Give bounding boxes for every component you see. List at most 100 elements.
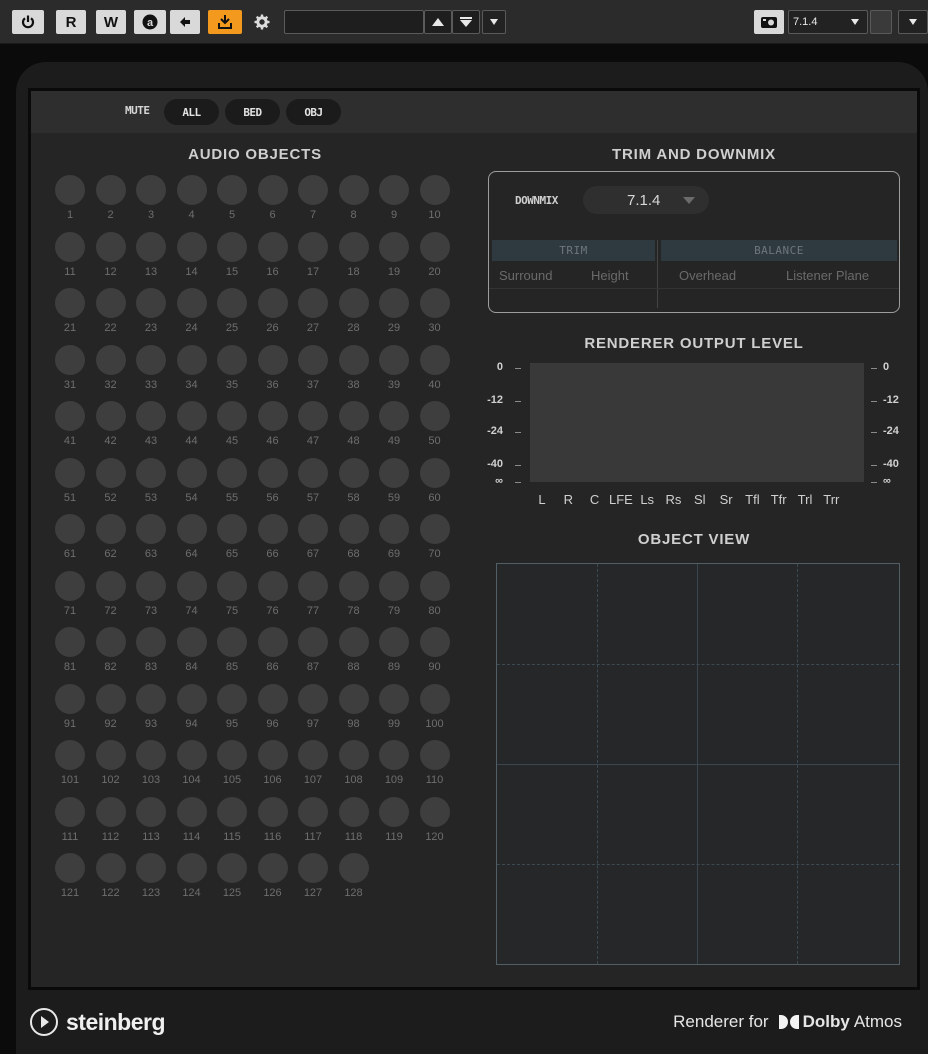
audio-object[interactable]: 24 bbox=[176, 288, 207, 348]
audio-object-indicator[interactable] bbox=[338, 401, 369, 431]
audio-object-indicator[interactable] bbox=[55, 175, 85, 205]
audio-object-indicator[interactable] bbox=[379, 288, 409, 318]
audio-object[interactable]: 30 bbox=[419, 288, 450, 348]
audio-object[interactable]: 127 bbox=[298, 853, 328, 913]
audio-object-indicator[interactable] bbox=[419, 683, 450, 714]
audio-object[interactable]: 125 bbox=[217, 853, 247, 913]
audio-object-indicator[interactable] bbox=[176, 457, 207, 488]
audio-object-indicator[interactable] bbox=[55, 740, 85, 770]
audio-object[interactable]: 90 bbox=[419, 627, 450, 687]
audio-object[interactable]: 76 bbox=[257, 570, 288, 631]
audio-object-indicator[interactable] bbox=[257, 627, 288, 657]
audio-object-indicator[interactable] bbox=[379, 175, 409, 205]
audio-object-indicator[interactable] bbox=[136, 570, 166, 601]
audio-object[interactable]: 92 bbox=[95, 683, 126, 744]
audio-object-indicator[interactable] bbox=[338, 231, 369, 262]
audio-object[interactable]: 111 bbox=[55, 796, 85, 857]
audio-object-indicator[interactable] bbox=[55, 627, 85, 657]
audio-object[interactable]: 72 bbox=[95, 570, 126, 631]
audio-object-indicator[interactable] bbox=[257, 175, 288, 205]
audio-object-indicator[interactable] bbox=[176, 401, 207, 431]
audio-object[interactable]: 91 bbox=[55, 683, 85, 744]
audio-object-indicator[interactable] bbox=[55, 514, 85, 544]
audio-object[interactable]: 45 bbox=[217, 401, 247, 461]
audio-object-indicator[interactable] bbox=[95, 514, 126, 544]
downmix-select[interactable]: 7.1.4 bbox=[583, 186, 709, 214]
audio-object[interactable]: 20 bbox=[419, 231, 450, 292]
preset-name-field[interactable] bbox=[284, 10, 424, 34]
audio-object-indicator[interactable] bbox=[55, 231, 85, 262]
audio-object-indicator[interactable] bbox=[298, 457, 328, 488]
audio-object[interactable]: 10 bbox=[419, 175, 450, 235]
audio-object[interactable]: 61 bbox=[55, 514, 85, 574]
audio-object-indicator[interactable] bbox=[338, 457, 369, 488]
audio-object[interactable]: 51 bbox=[55, 457, 85, 518]
mute-obj-button[interactable]: OBJ bbox=[286, 99, 341, 125]
audio-object[interactable]: 43 bbox=[136, 401, 166, 461]
audio-object[interactable]: 53 bbox=[136, 457, 166, 518]
audio-object-indicator[interactable] bbox=[298, 740, 328, 770]
audio-object[interactable]: 86 bbox=[257, 627, 288, 687]
audio-object-indicator[interactable] bbox=[419, 457, 450, 488]
audio-object-indicator[interactable] bbox=[95, 683, 126, 714]
audio-object[interactable]: 74 bbox=[176, 570, 207, 631]
audio-object[interactable]: 84 bbox=[176, 627, 207, 687]
audio-object[interactable]: 18 bbox=[338, 231, 369, 292]
audio-object-indicator[interactable] bbox=[419, 796, 450, 827]
audio-object-indicator[interactable] bbox=[298, 627, 328, 657]
audio-object[interactable]: 29 bbox=[379, 288, 409, 348]
audio-object[interactable]: 115 bbox=[217, 796, 247, 857]
audio-object-indicator[interactable] bbox=[419, 288, 450, 318]
audio-object[interactable]: 102 bbox=[95, 740, 126, 800]
audio-object[interactable]: 3 bbox=[136, 175, 166, 235]
audio-object[interactable]: 80 bbox=[419, 570, 450, 631]
audio-object-indicator[interactable] bbox=[257, 457, 288, 488]
trim-surround-control[interactable]: Surround bbox=[499, 268, 552, 283]
audio-object-indicator[interactable] bbox=[55, 457, 85, 488]
window-menu-button[interactable] bbox=[898, 10, 928, 34]
audio-object-indicator[interactable] bbox=[217, 796, 247, 827]
audio-object[interactable]: 57 bbox=[298, 457, 328, 518]
audio-object[interactable]: 37 bbox=[298, 344, 328, 405]
audio-object-indicator[interactable] bbox=[136, 796, 166, 827]
audio-object[interactable]: 65 bbox=[217, 514, 247, 574]
audio-object-indicator[interactable] bbox=[95, 796, 126, 827]
audio-object-indicator[interactable] bbox=[95, 175, 126, 205]
routing-button[interactable] bbox=[208, 10, 242, 34]
audio-object-indicator[interactable] bbox=[379, 683, 409, 714]
audio-object-indicator[interactable] bbox=[136, 514, 166, 544]
audio-object[interactable]: 81 bbox=[55, 627, 85, 687]
audio-object-indicator[interactable] bbox=[379, 344, 409, 375]
audio-object[interactable]: 98 bbox=[338, 683, 369, 744]
audio-object[interactable]: 71 bbox=[55, 570, 85, 631]
audio-object-indicator[interactable] bbox=[55, 796, 85, 827]
audio-object[interactable]: 100 bbox=[419, 683, 450, 744]
audio-object-indicator[interactable] bbox=[95, 740, 126, 770]
balance-listener-plane-control[interactable]: Listener Plane bbox=[786, 268, 869, 283]
audio-object-indicator[interactable] bbox=[419, 627, 450, 657]
audio-object[interactable]: 28 bbox=[338, 288, 369, 348]
mute-bed-button[interactable]: BED bbox=[225, 99, 280, 125]
audio-object-indicator[interactable] bbox=[419, 740, 450, 770]
audio-object-indicator[interactable] bbox=[298, 853, 328, 883]
audio-object[interactable]: 6 bbox=[257, 175, 288, 235]
audio-object[interactable]: 96 bbox=[257, 683, 288, 744]
audio-object-indicator[interactable] bbox=[338, 514, 369, 544]
audio-object-indicator[interactable] bbox=[95, 344, 126, 375]
read-automation-button[interactable]: R bbox=[56, 10, 86, 34]
format-select[interactable]: 7.1.4 bbox=[788, 10, 868, 34]
audio-object-indicator[interactable] bbox=[136, 853, 166, 883]
audio-object-indicator[interactable] bbox=[419, 514, 450, 544]
audio-object[interactable]: 73 bbox=[136, 570, 166, 631]
audio-object-indicator[interactable] bbox=[338, 288, 369, 318]
audio-object[interactable]: 120 bbox=[419, 796, 450, 857]
audio-object[interactable]: 93 bbox=[136, 683, 166, 744]
audio-object[interactable]: 110 bbox=[419, 740, 450, 800]
audio-object-indicator[interactable] bbox=[257, 570, 288, 601]
audio-object-indicator[interactable] bbox=[55, 683, 85, 714]
audio-object[interactable]: 97 bbox=[298, 683, 328, 744]
audio-object[interactable]: 1 bbox=[55, 175, 85, 235]
audio-object[interactable]: 58 bbox=[338, 457, 369, 518]
audio-object-indicator[interactable] bbox=[217, 231, 247, 262]
audio-object[interactable]: 112 bbox=[95, 796, 126, 857]
